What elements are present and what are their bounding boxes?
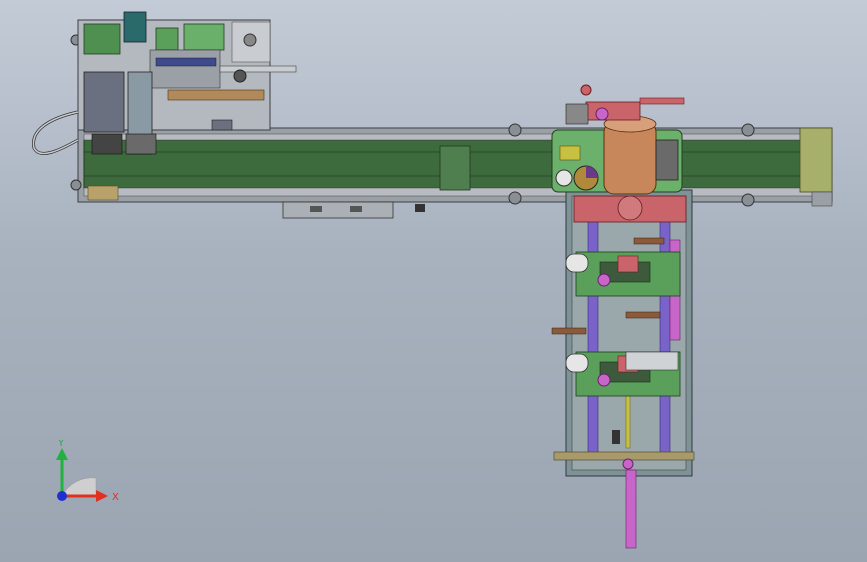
axis-triad: Y X — [40, 438, 130, 520]
z-axis-icon — [57, 491, 67, 501]
cad-viewport[interactable]: Y X — [0, 0, 867, 562]
cad-assembly-model — [32, 11, 833, 549]
y-axis-label: Y — [57, 440, 65, 449]
bottom-plate — [282, 201, 425, 219]
x-axis-label: X — [112, 492, 119, 503]
vertical-column — [551, 189, 695, 549]
x-axis-arrow-icon — [96, 490, 108, 502]
y-axis-arrow-icon — [56, 448, 68, 460]
